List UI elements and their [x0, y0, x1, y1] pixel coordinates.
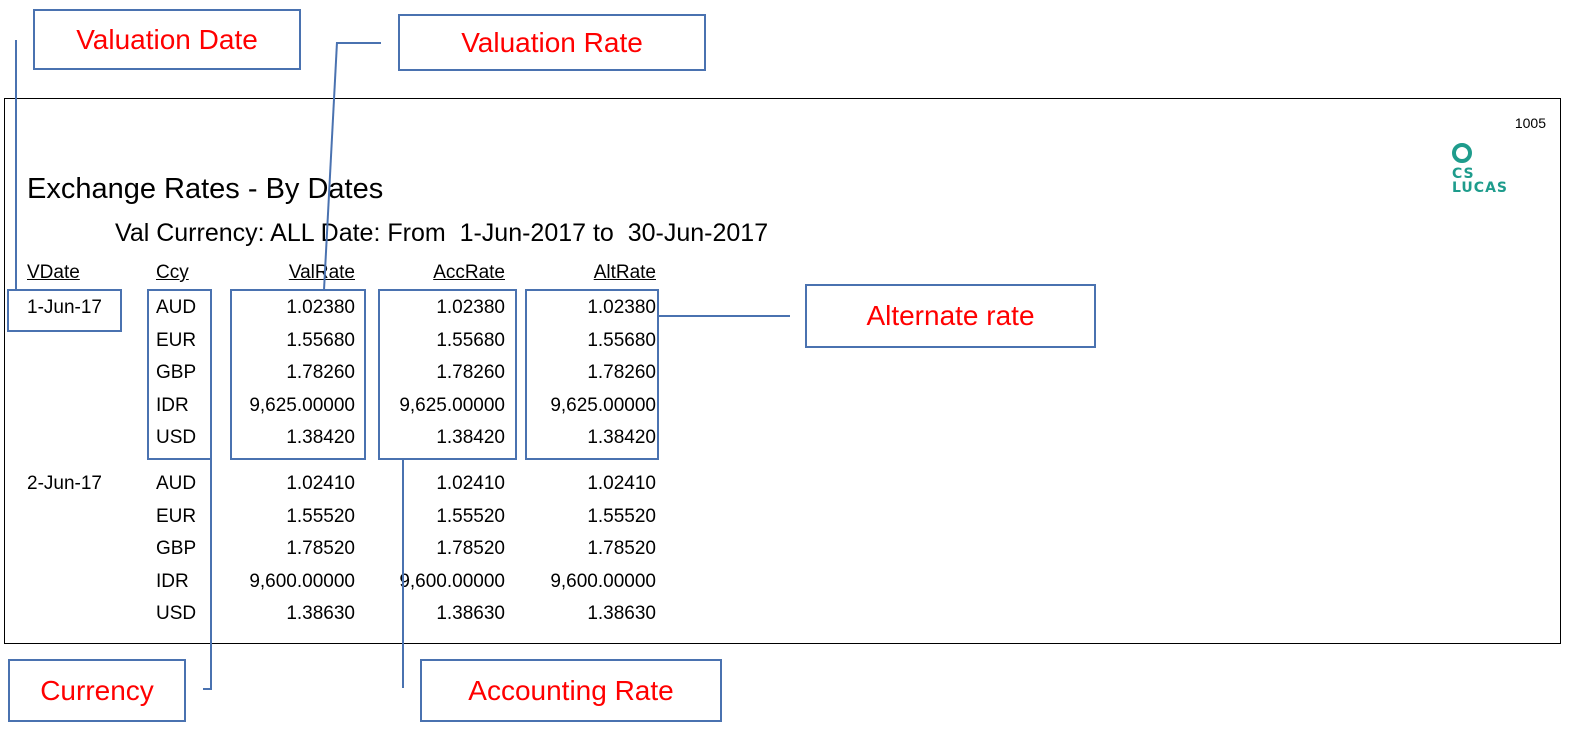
highlight-vdate: [7, 289, 122, 332]
altrate-cell: 1.78520: [587, 538, 656, 560]
ccy-cell: IDR: [156, 570, 189, 592]
callout-accounting-rate: Accounting Rate: [420, 659, 722, 722]
connector-alternate-rate: [659, 315, 790, 317]
accrate-cell: 1.78520: [436, 538, 505, 560]
cs-lucas-logo: CS LUCAS: [1450, 143, 1540, 203]
ccy-cell: USD: [156, 603, 197, 625]
connector-valuation-rate-h: [337, 42, 381, 44]
header-valrate: ValRate: [288, 262, 355, 283]
highlight-accrate: [378, 289, 517, 460]
valrate-cell: 1.78520: [286, 538, 355, 560]
connector-currency-h: [203, 688, 212, 690]
altrate-cell: 1.55520: [587, 505, 656, 527]
valrate-cell: 1.02410: [286, 473, 355, 494]
accrate-cell: 1.55520: [436, 505, 505, 527]
report-subtitle: Val Currency: ALL Date: From 1-Jun-2017 …: [115, 219, 769, 247]
altrate-cell: 1.38630: [587, 603, 656, 625]
highlight-valrate: [230, 289, 366, 460]
header-vdate: VDate: [27, 262, 80, 283]
callout-valuation-rate: Valuation Rate: [398, 14, 706, 71]
accrate-cell: 1.38630: [436, 603, 505, 625]
connector-currency-v: [210, 460, 212, 689]
logo-text-lucas: LUCAS: [1452, 180, 1508, 196]
logo-text-cs: CS: [1452, 166, 1475, 182]
header-ccy: Ccy: [156, 262, 189, 283]
ccy-cell: AUD: [156, 473, 197, 494]
ccy-cell: GBP: [156, 538, 197, 560]
highlight-ccy: [147, 289, 212, 460]
connector-valuation-date: [15, 40, 17, 289]
page-number: 1005: [1514, 115, 1546, 131]
altrate-cell: 1.02410: [587, 473, 656, 494]
valrate-cell: 1.55520: [286, 505, 355, 527]
callout-valuation-date: Valuation Date: [33, 9, 301, 70]
logo-ring-icon: [1452, 143, 1472, 163]
ccy-cell: EUR: [156, 505, 197, 527]
connector-accounting-rate: [402, 460, 404, 688]
accrate-cell: 1.02410: [436, 473, 505, 494]
callout-currency: Currency: [8, 659, 186, 722]
highlight-altrate: [525, 289, 659, 460]
altrate-cell: 9,600.00000: [550, 570, 656, 592]
header-accrate: AccRate: [433, 262, 505, 283]
accrate-cell: 9,600.00000: [399, 570, 505, 592]
vdate-cell: 2-Jun-17: [27, 473, 102, 494]
valrate-cell: 1.38630: [286, 603, 355, 625]
valrate-cell: 9,600.00000: [249, 570, 355, 592]
header-altrate: AltRate: [593, 262, 656, 283]
